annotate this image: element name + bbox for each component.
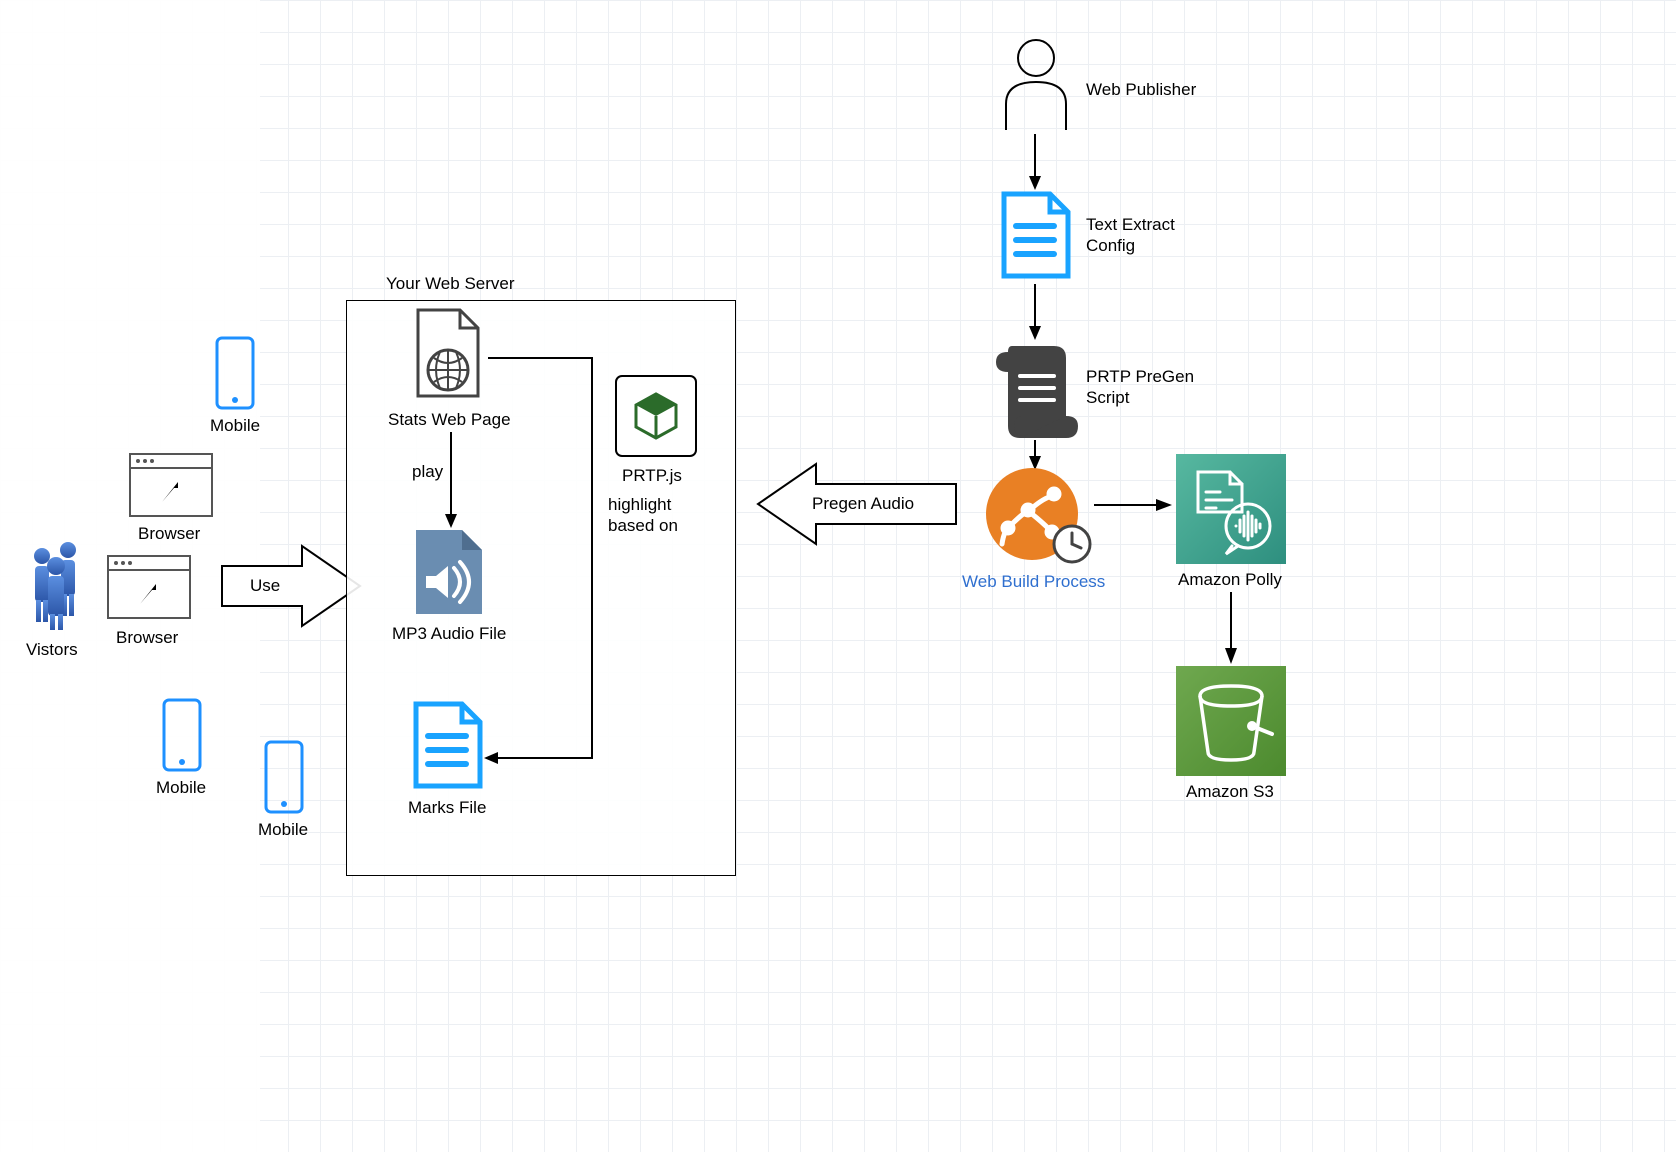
text-extract-label: Text Extract Config [1086,214,1175,257]
arrow-config-script [1028,284,1042,340]
document-icon [410,700,486,792]
pregen-script-label: PRTP PreGen Script [1086,366,1194,409]
browser-icon [128,452,214,518]
audio-file-icon [412,528,486,618]
browser-label-1: Browser [138,524,200,544]
web-publisher-label: Web Publisher [1086,80,1196,100]
mp3-label: MP3 Audio File [392,624,506,644]
arrow-play [444,432,458,528]
amazon-s3-icon [1176,666,1286,776]
pipeline-icon [982,466,1092,566]
document-icon [998,190,1074,282]
user-icon [1000,38,1072,132]
browser-icon [106,554,192,620]
web-page-icon [410,308,486,404]
web-build-label: Web Build Process [962,572,1105,592]
pregen-label: Pregen Audio [812,494,914,514]
mobile-label-3: Mobile [258,820,308,840]
server-title: Your Web Server [386,274,515,294]
use-label: Use [250,576,280,596]
arrow-polly-s3 [1224,592,1238,664]
script-icon [994,340,1078,442]
mobile-label-1: Mobile [210,416,260,436]
visitors-label: Vistors [26,640,78,660]
arrow-pub-config [1028,134,1042,190]
mobile-label-2: Mobile [156,778,206,798]
arrow-build-polly [1094,498,1172,512]
play-label: play [412,462,443,482]
mobile-icon [213,336,257,410]
marks-label: Marks File [408,798,486,818]
browser-label-2: Browser [116,628,178,648]
highlight-label: highlight based on [608,494,678,537]
polly-label: Amazon Polly [1178,570,1282,590]
amazon-polly-icon [1176,454,1286,564]
visitors-icon [22,540,92,630]
use-arrow [222,536,362,636]
mobile-icon [262,740,306,814]
arrow-highlight [480,358,700,778]
mobile-icon [160,698,204,772]
s3-label: Amazon S3 [1186,782,1274,802]
